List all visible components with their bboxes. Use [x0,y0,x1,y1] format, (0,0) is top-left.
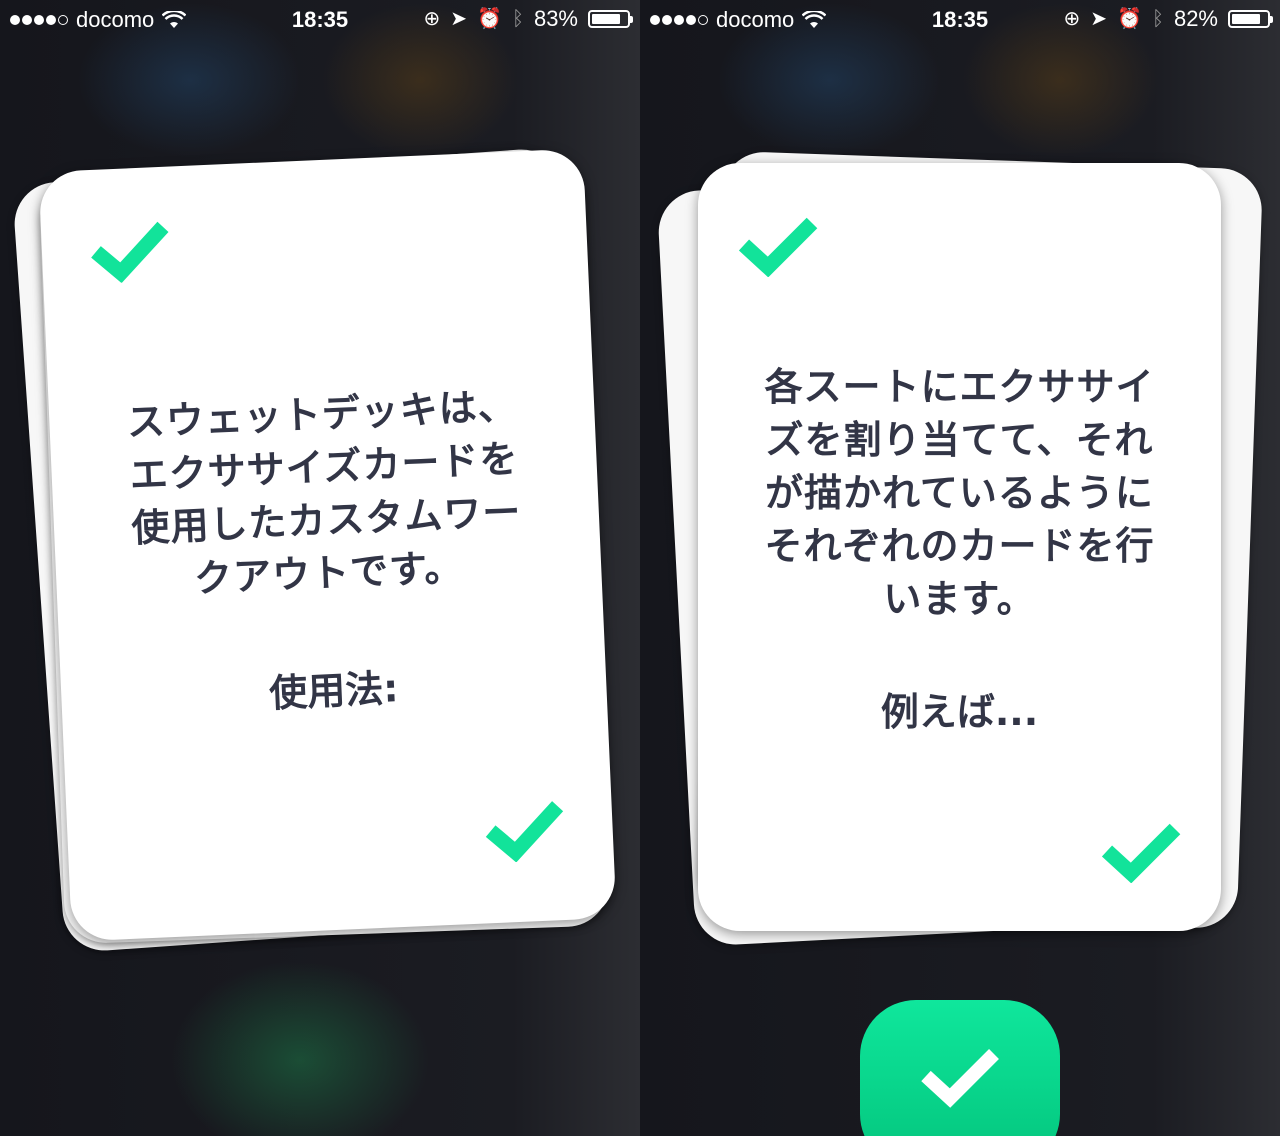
battery-percent: 82% [1173,6,1218,31]
card-line: います。 [883,577,1036,621]
alarm-icon: ⏰ [1117,8,1142,30]
card-line: それぞれのカードを行 [764,524,1155,568]
status-right-group: ⊕ ➤ ⏰ ᛒ 82% [1063,6,1273,32]
right-screen: docomo 18:35 ⊕ ➤ ⏰ ᛒ 82% 各スートにエクササイ ズを割り… [640,0,1280,1136]
confirm-button[interactable] [860,1000,1060,1136]
alarm-icon: ⏰ [477,8,502,30]
card-description: スウェットデッキは、 エクササイズカードを 使用したカスタムワー クアウトです。 [48,376,602,612]
checkmark-icon [91,221,169,284]
bluetooth-icon: ᛒ [1151,8,1164,30]
orientation-lock-icon: ⊕ [423,8,441,30]
checkmark-icon [738,217,818,277]
orientation-lock-icon: ⊕ [1063,8,1081,30]
card-line: 各スートにエクササイ [764,365,1155,409]
status-bar: docomo 18:35 ⊕ ➤ ⏰ ᛒ 82% [640,0,1280,40]
battery-percent: 83% [533,6,578,31]
exercise-card[interactable]: 各スートにエクササイ ズを割り当てて、それ が描かれているように それぞれのカー… [698,163,1221,931]
checkmark-icon [485,801,564,863]
bluetooth-icon: ᛒ [511,8,524,30]
battery-icon [588,10,633,28]
battery-icon [1228,10,1273,28]
exercise-card[interactable]: スウェットデッキは、 エクササイズカードを 使用したカスタムワー クアウトです。… [38,148,617,942]
battery-fill [1232,14,1260,24]
checkmark-icon [921,1049,999,1108]
location-arrow-icon: ➤ [1090,8,1108,30]
left-screen: docomo 18:35 ⊕ ➤ ⏰ ᛒ 83% スウェットデッキは、 エクササ… [0,0,640,1136]
status-right-group: ⊕ ➤ ⏰ ᛒ 83% [423,6,633,32]
checkmark-icon [1101,823,1181,883]
battery-fill [592,14,621,24]
card-subtitle: 例えば... [880,690,1039,734]
card-subtitle: 使用法: [268,666,400,716]
card-line: が描かれているように [765,471,1154,515]
card-description: 各スートにエクササイ ズを割り当てて、それ が描かれているように それぞれのカー… [698,361,1221,626]
status-bar: docomo 18:35 ⊕ ➤ ⏰ ᛒ 83% [0,0,640,40]
location-arrow-icon: ➤ [450,8,468,30]
card-line: ズを割り当てて、それ [765,418,1154,462]
